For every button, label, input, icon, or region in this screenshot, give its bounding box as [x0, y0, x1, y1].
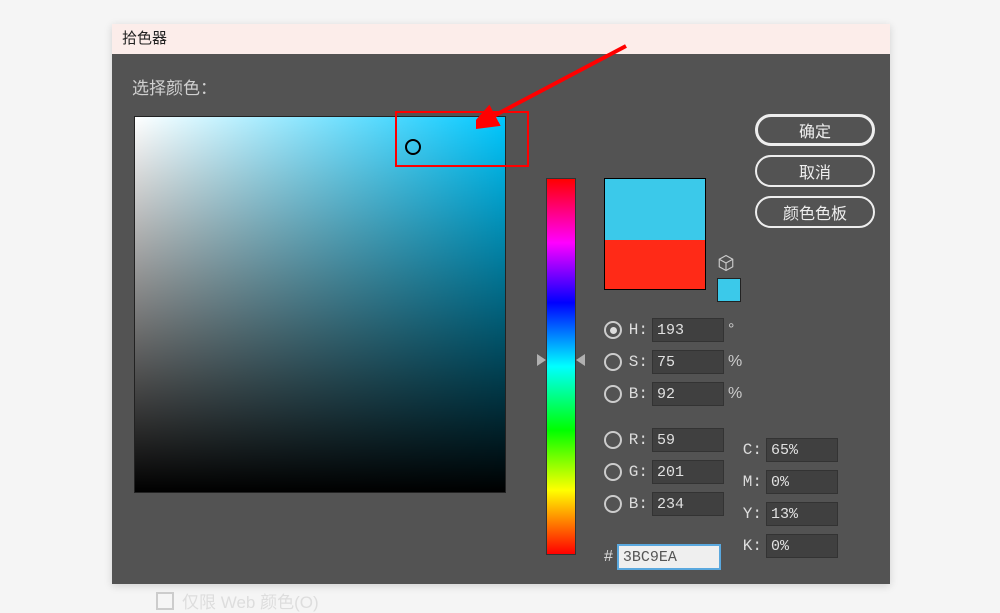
hue-slider[interactable] — [546, 178, 576, 555]
k-label: K: — [742, 537, 762, 555]
m-row: M: — [742, 470, 838, 494]
y-label: Y: — [742, 505, 762, 523]
r-row: R: — [604, 428, 740, 452]
r-label: R: — [628, 431, 648, 449]
b-rgb-radio[interactable] — [604, 495, 622, 513]
web-only-row: 仅限 Web 颜色(O) — [156, 588, 319, 613]
s-unit: % — [728, 353, 740, 371]
web-only-checkbox[interactable] — [156, 592, 174, 610]
g-row: G: — [604, 460, 740, 484]
web-only-label: 仅限 Web 颜色(O) — [182, 588, 319, 613]
b-hsb-unit: % — [728, 385, 740, 403]
swatches-button[interactable]: 颜色色板 — [755, 196, 875, 228]
c-label: C: — [742, 441, 762, 459]
c-input[interactable] — [766, 438, 838, 462]
hex-input[interactable] — [617, 544, 721, 570]
s-radio[interactable] — [604, 353, 622, 371]
hex-hash: # — [604, 548, 613, 566]
b-rgb-label: B: — [628, 495, 648, 513]
h-input[interactable] — [652, 318, 724, 342]
h-radio[interactable] — [604, 321, 622, 339]
h-label: H: — [628, 321, 648, 339]
k-input[interactable] — [766, 534, 838, 558]
color-picker-dialog: 拾色器 选择颜色： — [112, 24, 890, 584]
b-hsb-label: B: — [628, 385, 648, 403]
b-rgb-row: B: — [604, 492, 740, 516]
s-input[interactable] — [652, 350, 724, 374]
dialog-body: 选择颜色： — [112, 54, 890, 584]
ok-button[interactable]: 确定 — [755, 114, 875, 146]
color-cursor[interactable] — [405, 139, 421, 155]
g-radio[interactable] — [604, 463, 622, 481]
b-hsb-input[interactable] — [652, 382, 724, 406]
m-label: M: — [742, 473, 762, 491]
m-input[interactable] — [766, 470, 838, 494]
new-color-swatch — [605, 179, 705, 240]
k-row: K: — [742, 534, 838, 558]
b-rgb-input[interactable] — [652, 492, 724, 516]
nearest-web-color-swatch[interactable] — [717, 278, 741, 302]
hue-indicator-right — [576, 354, 585, 366]
cancel-button[interactable]: 取消 — [755, 155, 875, 187]
dialog-buttons: 确定 取消 颜色色板 — [755, 114, 875, 228]
picker-area: H: ° S: % B: % — [134, 116, 506, 493]
s-label: S: — [628, 353, 648, 371]
cube-icon[interactable] — [717, 254, 735, 277]
y-row: Y: — [742, 502, 838, 526]
cmyk-fields: C: M: Y: K: — [742, 438, 838, 558]
s-row: S: % — [604, 350, 740, 374]
color-preview — [604, 178, 706, 290]
dialog-title: 拾色器 — [112, 24, 890, 55]
b-hsb-row: B: % — [604, 382, 740, 406]
c-row: C: — [742, 438, 838, 462]
h-row: H: ° — [604, 318, 740, 342]
hex-row: # — [604, 544, 721, 570]
g-label: G: — [628, 463, 648, 481]
saturation-brightness-field[interactable] — [134, 116, 506, 493]
previous-color-swatch[interactable] — [605, 240, 705, 290]
y-input[interactable] — [766, 502, 838, 526]
select-color-label: 选择颜色： — [132, 74, 870, 99]
hsb-rgb-fields: H: ° S: % B: % — [604, 318, 740, 516]
h-unit: ° — [728, 321, 740, 339]
r-input[interactable] — [652, 428, 724, 452]
g-input[interactable] — [652, 460, 724, 484]
hue-indicator-left — [537, 354, 546, 366]
b-hsb-radio[interactable] — [604, 385, 622, 403]
r-radio[interactable] — [604, 431, 622, 449]
